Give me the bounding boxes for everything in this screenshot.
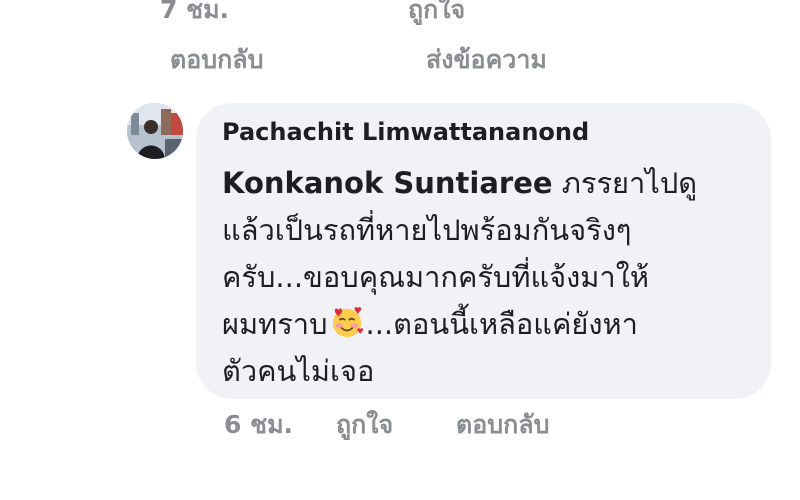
comment-time[interactable]: 6 ชม.: [224, 405, 336, 445]
previous-comment-meta: 7 ชม. ถูกใจ: [160, 0, 465, 30]
comment-line: Konkanok Suntiaree ภรรยาไปดู: [222, 160, 762, 207]
comment-text: ...ตอนนี้เหลือแค่ยังหา: [365, 307, 638, 341]
previous-comment-time: 7 ชม.: [160, 0, 230, 24]
mention-link[interactable]: Konkanok Suntiaree: [222, 166, 553, 200]
comment-line: ผมทราบ ...ตอนนี้เหลือแค่ยังหา: [222, 301, 762, 348]
previous-like-button[interactable]: ถูกใจ: [408, 0, 465, 30]
comment-text: ภรรยาไปดู: [552, 166, 698, 200]
comment-author[interactable]: Pachachit Limwattananond: [222, 118, 589, 146]
smiling-face-with-hearts-icon: [332, 307, 363, 338]
comment-text: ผมทราบ: [222, 307, 328, 341]
comment-actions: 6 ชม. ถูกใจ ตอบกลับ: [224, 405, 549, 445]
previous-reply-button[interactable]: ตอบกลับ: [170, 40, 426, 80]
send-message-button[interactable]: ส่งข้อความ: [426, 40, 547, 80]
comment-line: ครับ...ขอบคุณมากครับที่แจ้งมาให้: [222, 260, 649, 294]
avatar[interactable]: [127, 103, 183, 159]
comment-body: Konkanok Suntiaree ภรรยาไปดู แล้วเป็นรถท…: [222, 160, 762, 395]
comment-line: แล้วเป็นรถที่หายไปพร้อมกันจริงๆ: [222, 213, 632, 247]
comment-line: ตัวคนไม่เจอ: [222, 354, 375, 388]
avatar-photo: [127, 103, 183, 159]
comment-thread: 7 ชม. ถูกใจ ตอบกลับ ส่งข้อความ Pachachit…: [0, 0, 800, 500]
like-button[interactable]: ถูกใจ: [336, 405, 456, 445]
previous-comment-actions: ตอบกลับ ส่งข้อความ: [170, 40, 547, 80]
reply-button[interactable]: ตอบกลับ: [456, 405, 549, 445]
